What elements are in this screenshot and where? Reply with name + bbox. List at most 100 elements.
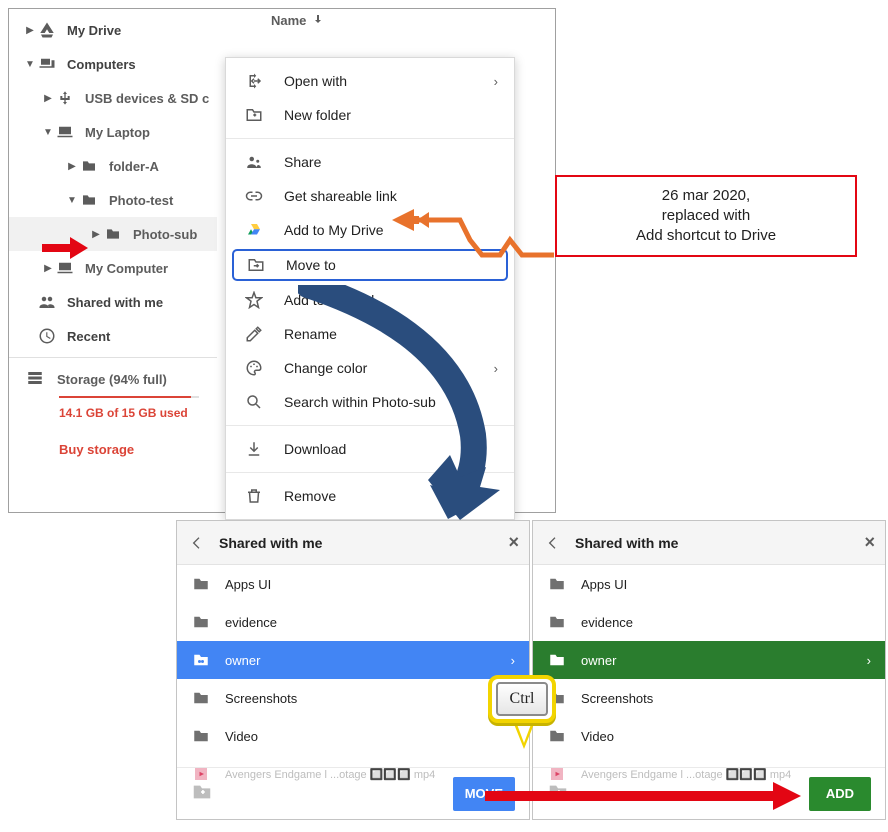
- add-button[interactable]: ADD: [809, 777, 871, 811]
- back-arrow-icon[interactable]: [187, 535, 207, 551]
- new-folder-icon: [242, 106, 266, 124]
- button-label: ADD: [826, 786, 854, 801]
- chevron-right-icon: ›: [511, 653, 515, 668]
- expand-icon[interactable]: ▶: [89, 229, 103, 240]
- picker-row[interactable]: Screenshots: [533, 679, 885, 717]
- ctx-label: Share: [284, 154, 321, 170]
- sidebar-label-usb: USB devices & SD c: [85, 91, 209, 106]
- picker-row[interactable]: evidence: [177, 603, 529, 641]
- ctx-add-star[interactable]: Add to Starred: [226, 283, 514, 317]
- ctx-label: Add to My Drive: [284, 222, 384, 238]
- new-folder-icon[interactable]: [547, 781, 573, 806]
- sidebar-shared[interactable]: Shared with me: [9, 285, 217, 319]
- computers-icon: [37, 55, 57, 73]
- picker-row[interactable]: Video: [533, 717, 885, 755]
- drive-color-icon: [242, 221, 266, 239]
- buy-storage-link[interactable]: Buy storage: [59, 442, 217, 457]
- sidebar-label-computers: Computers: [67, 57, 136, 72]
- picker-row[interactable]: Video: [177, 717, 529, 755]
- star-icon: [242, 291, 266, 309]
- ctx-get-link[interactable]: Get shareable link: [226, 179, 514, 213]
- search-icon: [242, 393, 266, 411]
- sidebar-label-folder-a: folder-A: [109, 159, 159, 174]
- storage-bar: [59, 396, 199, 398]
- sidebar-my-computer[interactable]: ▶ My Computer: [9, 251, 217, 285]
- picker-row[interactable]: evidence: [533, 603, 885, 641]
- move-button[interactable]: MOVE: [453, 777, 515, 811]
- drive-icon: [37, 21, 57, 39]
- ctx-change-color[interactable]: Change color ›: [226, 351, 514, 385]
- expand-icon[interactable]: ▶: [41, 263, 55, 274]
- sidebar-storage[interactable]: Storage (94% full): [23, 362, 217, 396]
- storage-section: Storage (94% full) 14.1 GB of 15 GB used…: [9, 362, 217, 457]
- ctx-rename[interactable]: Rename: [226, 317, 514, 351]
- picker-row[interactable]: Apps UI: [177, 565, 529, 603]
- new-folder-icon[interactable]: [191, 781, 217, 806]
- picker-row[interactable]: Screenshots: [177, 679, 529, 717]
- picker-list: Apps UI evidence owner› Screenshots Vide…: [177, 565, 529, 793]
- move-to-icon: [244, 256, 268, 274]
- ctx-add-to-drive[interactable]: Add to My Drive: [226, 213, 514, 247]
- close-icon[interactable]: ×: [864, 532, 875, 553]
- context-menu: Open with › New folder Share Get shareab…: [225, 57, 515, 520]
- column-header-name[interactable]: Name: [271, 13, 324, 28]
- expand-icon[interactable]: ▶: [23, 25, 37, 36]
- shared-folder-icon: [191, 651, 211, 669]
- chevron-right-icon: ›: [494, 74, 498, 89]
- picker-row-label: owner: [581, 653, 616, 668]
- ctx-new-folder[interactable]: New folder: [226, 98, 514, 132]
- sidebar-photo-test[interactable]: ▼ Photo-test: [9, 183, 217, 217]
- folder-icon: [547, 575, 567, 593]
- sidebar: ▶ My Drive ▼ Computers ▶ USB devices & S…: [9, 13, 217, 457]
- expand-icon[interactable]: ▶: [65, 161, 79, 172]
- ctx-move-to[interactable]: Move to: [232, 249, 508, 281]
- folder-icon: [103, 226, 123, 242]
- sidebar-computers[interactable]: ▼ Computers: [9, 47, 217, 81]
- sidebar-my-laptop[interactable]: ▼ My Laptop: [9, 115, 217, 149]
- collapse-icon[interactable]: ▼: [41, 127, 55, 138]
- ctx-search-within[interactable]: Search within Photo-sub: [226, 385, 514, 419]
- picker-row[interactable]: Apps UI: [533, 565, 885, 603]
- picker-header: Shared with me ×: [177, 521, 529, 565]
- collapse-icon[interactable]: ▼: [65, 195, 79, 206]
- ctx-download[interactable]: Download: [226, 432, 514, 466]
- sidebar-usb[interactable]: ▶ USB devices & SD c: [9, 81, 217, 115]
- expand-icon[interactable]: ▶: [41, 93, 55, 104]
- ctx-label: Search within Photo-sub: [284, 394, 436, 410]
- sidebar-recent[interactable]: Recent: [9, 319, 217, 353]
- chevron-right-icon: ›: [494, 361, 498, 376]
- rename-icon: [242, 325, 266, 343]
- sidebar-label-shared: Shared with me: [67, 295, 163, 310]
- folder-icon: [191, 689, 211, 707]
- sidebar-photo-sub[interactable]: ▶ Photo-sub: [9, 217, 217, 251]
- picker-header: Shared with me ×: [533, 521, 885, 565]
- divider: [226, 425, 514, 426]
- picker-row-label: Video: [581, 729, 614, 744]
- close-icon[interactable]: ×: [508, 532, 519, 553]
- callout-line1: 26 mar 2020,: [662, 187, 750, 204]
- back-arrow-icon[interactable]: [543, 535, 563, 551]
- folder-icon: [547, 727, 567, 745]
- picker-row-label: Apps UI: [581, 577, 627, 592]
- button-label: MOVE: [465, 786, 503, 801]
- ctx-open-with[interactable]: Open with ›: [226, 64, 514, 98]
- callout-line2: replaced with: [662, 207, 750, 224]
- divider: [226, 138, 514, 139]
- sidebar-label-photo-sub: Photo-sub: [133, 227, 197, 242]
- sidebar-my-drive[interactable]: ▶ My Drive: [9, 13, 217, 47]
- open-with-icon: [242, 72, 266, 90]
- ctx-share[interactable]: Share: [226, 145, 514, 179]
- picker-row-label: Screenshots: [225, 691, 297, 706]
- ctx-remove[interactable]: Remove: [226, 479, 514, 513]
- sidebar-folder-a[interactable]: ▶ folder-A: [9, 149, 217, 183]
- folder-icon: [191, 727, 211, 745]
- picker-row-selected[interactable]: owner›: [177, 641, 529, 679]
- collapse-icon[interactable]: ▼: [23, 59, 37, 70]
- picker-row-selected[interactable]: owner›: [533, 641, 885, 679]
- callout-box: 26 mar 2020, replaced with Add shortcut …: [555, 175, 857, 257]
- divider: [226, 472, 514, 473]
- ctx-label: Open with: [284, 73, 347, 89]
- sidebar-label-photo-test: Photo-test: [109, 193, 173, 208]
- storage-icon: [23, 369, 47, 390]
- picker-footer: MOVE: [177, 767, 529, 819]
